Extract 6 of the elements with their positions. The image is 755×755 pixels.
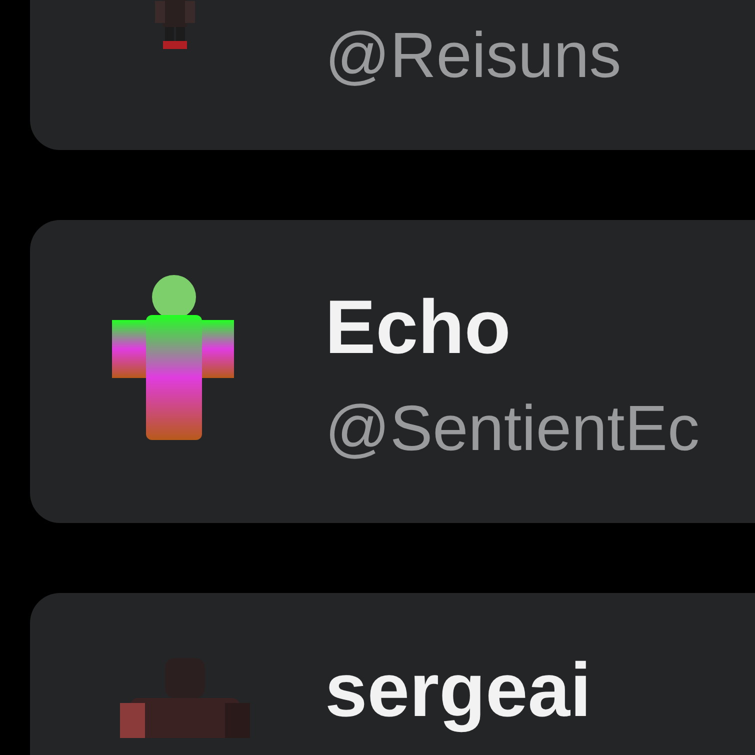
friend-card[interactable]: sergeai <box>30 593 755 755</box>
friend-card[interactable]: @Reisuns <box>30 0 755 150</box>
friend-card[interactable]: Echo @SentientEc <box>30 220 755 523</box>
username: @SentientEc <box>325 391 700 466</box>
username: @Reisuns <box>325 18 622 94</box>
display-name: Echo <box>325 290 512 366</box>
